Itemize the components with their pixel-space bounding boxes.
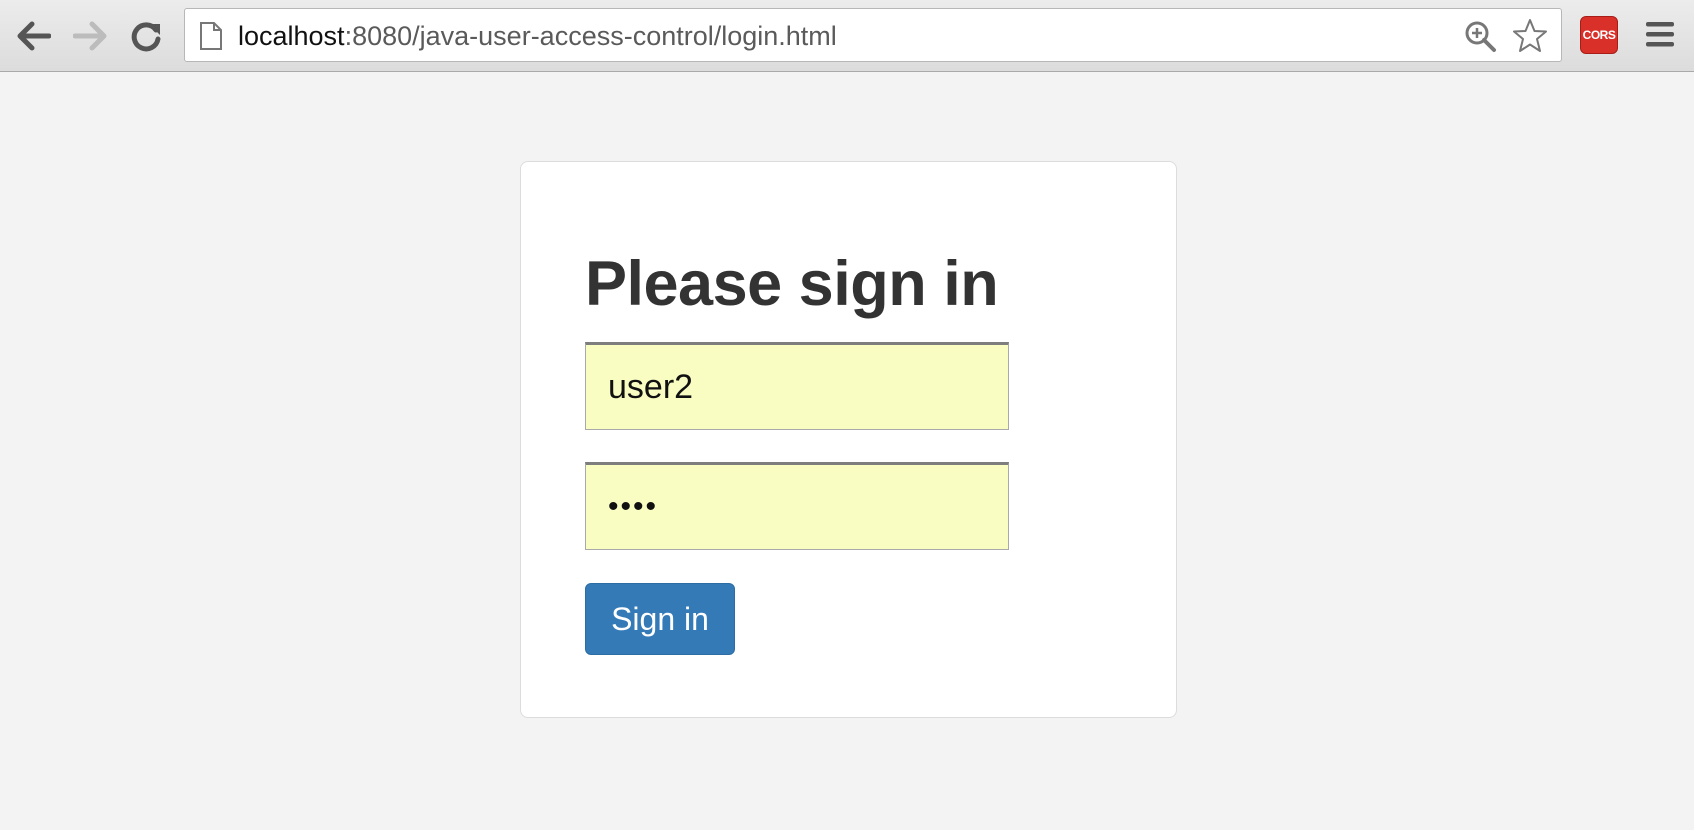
cors-extension-button[interactable]: CORS xyxy=(1580,16,1618,54)
zoom-icon[interactable] xyxy=(1463,19,1497,53)
url-text: localhost:8080/java-user-access-control/… xyxy=(238,21,837,52)
page-title: Please sign in xyxy=(585,249,999,319)
arrow-left-icon xyxy=(17,21,51,51)
url-path: :8080/java-user-access-control/login.htm… xyxy=(344,21,837,51)
back-button[interactable] xyxy=(12,14,56,58)
browser-toolbar: localhost:8080/java-user-access-control/… xyxy=(0,0,1694,72)
bookmark-star-icon[interactable] xyxy=(1511,17,1549,55)
reload-icon xyxy=(131,22,161,52)
url-host: localhost xyxy=(238,21,345,51)
hamburger-menu-icon[interactable] xyxy=(1644,18,1676,50)
address-bar[interactable]: localhost:8080/java-user-access-control/… xyxy=(184,8,1562,62)
page-icon xyxy=(200,22,222,50)
sign-in-button[interactable]: Sign in xyxy=(585,583,735,655)
forward-button[interactable] xyxy=(68,14,112,58)
login-card: Please sign in user2 •••• Sign in xyxy=(520,161,1177,718)
username-input[interactable]: user2 xyxy=(585,342,1009,430)
arrow-right-icon xyxy=(73,21,107,51)
reload-button[interactable] xyxy=(124,14,168,58)
password-input[interactable]: •••• xyxy=(585,462,1009,550)
